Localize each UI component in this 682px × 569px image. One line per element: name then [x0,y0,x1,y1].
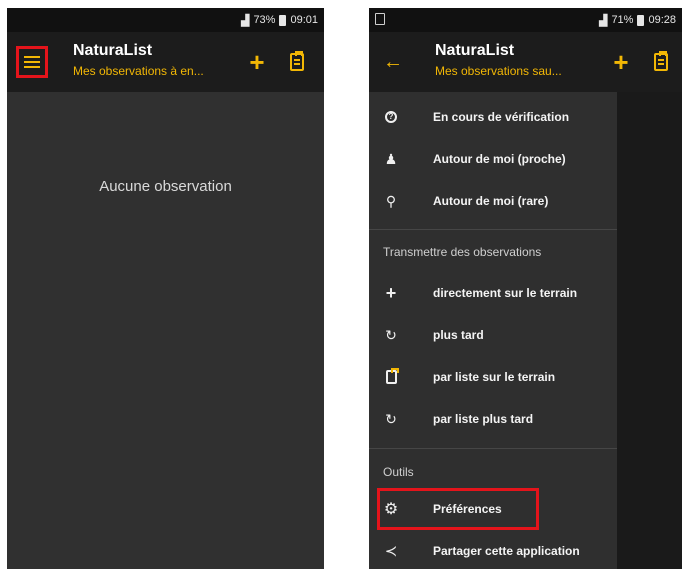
add-observation-button[interactable]: + [607,48,635,76]
person-location-icon: ♟ [384,150,398,167]
clipboard-icon [654,51,668,71]
drawer-item-rare[interactable]: ⚲ Autour de moi (rare) [369,180,617,222]
menu-icon [24,56,40,68]
drawer-item-list-later[interactable]: ↻ par liste plus tard [369,398,617,440]
section-header-tools: Outils [383,465,414,479]
app-title: NaturaList [73,42,153,59]
section-header-transmit: Transmettre des observations [383,245,542,259]
drawer-item-label: Autour de moi (rare) [433,194,549,208]
drawer-divider [369,229,617,230]
app-subtitle[interactable]: Mes observations à en... [73,64,204,78]
signal-icon: ▟ [598,14,608,27]
drawer-item-direct-field[interactable]: + directement sur le terrain [369,272,617,314]
highlight-box [377,488,539,530]
drawer-item-label: plus tard [433,328,484,342]
list-button[interactable] [283,48,311,76]
app-bar: NaturaList Mes observations à en... + [7,32,324,92]
clock: 09:01 [290,14,318,26]
navigation-drawer: ? En cours de vérification ♟ Autour de m… [369,92,617,569]
map-pin-icon: ⚲ [385,192,397,209]
drawer-item-label: Autour de moi (proche) [433,152,566,166]
help-circle-icon: ? [369,111,413,123]
plus-icon: + [613,47,629,77]
plus-icon: + [385,282,397,303]
status-bar: ▟ 73% 09:01 [7,8,324,32]
app-bar: ← NaturaList Mes observations sau... + [369,32,682,92]
add-observation-button[interactable]: + [243,48,271,76]
right-phone-screen: ▟ 71% 09:28 ← NaturaList Mes observation… [369,8,682,569]
battery-level: 73% [253,14,276,26]
drawer-divider [369,448,617,449]
clipboard-icon [369,368,413,384]
clipboard-icon [290,51,304,71]
drawer-item-label: par liste plus tard [433,412,534,426]
menu-button[interactable] [16,46,48,78]
share-icon: ≺ [384,543,398,560]
drawer-item-nearby[interactable]: ♟ Autour de moi (proche) [369,138,617,180]
refresh-list-icon: ↻ [385,410,397,427]
drawer-item-later[interactable]: ↻ plus tard [369,314,617,356]
battery-level: 71% [611,14,634,26]
refresh-icon: ↻ [385,326,397,343]
plus-icon: + [249,47,265,77]
battery-icon [637,14,645,26]
drawer-item-label: directement sur le terrain [433,286,578,300]
empty-state-message: Aucune observation [99,178,232,195]
list-button[interactable] [647,48,675,76]
drawer-item-label: par liste sur le terrain [433,370,556,384]
back-button[interactable]: ← [379,48,407,76]
back-arrow-icon: ← [383,50,403,73]
drawer-item-verification[interactable]: ? En cours de vérification [369,96,617,138]
battery-icon [279,14,287,26]
signal-icon: ▟ [240,14,250,27]
drawer-item-label: Partager cette application [433,544,580,558]
status-bar: ▟ 71% 09:28 [369,8,682,32]
left-phone-screen: ▟ 73% 09:01 NaturaList Mes observations … [7,8,324,569]
app-title: NaturaList [435,42,515,59]
drawer-item-label: En cours de vérification [433,110,570,124]
app-subtitle[interactable]: Mes observations sau... [435,64,562,78]
drawer-item-share[interactable]: ≺ Partager cette application [369,530,617,569]
notification-icon [375,13,385,25]
clock: 09:28 [648,14,676,26]
scrim-overlay[interactable] [617,92,682,569]
drawer-item-list-field[interactable]: par liste sur le terrain [369,356,617,398]
